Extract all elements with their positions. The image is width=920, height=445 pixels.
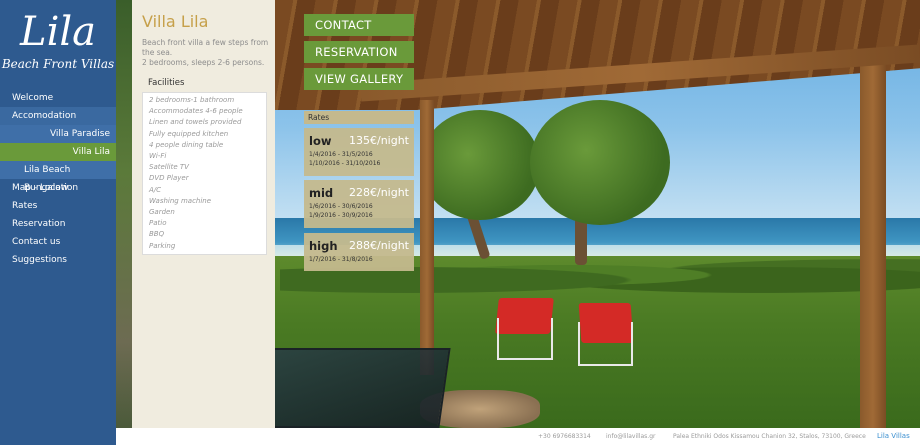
villa-desc-line: 2 bedrooms, sleeps 2-6 persons. [142, 58, 265, 67]
rate-date: 1/7/2016 - 31/8/2016 [309, 256, 373, 263]
facility-item: 4 people dining table [149, 140, 224, 149]
tree [530, 100, 670, 225]
footer-email[interactable]: info@lilavillas.gr [606, 428, 655, 445]
nav-contact-us[interactable]: Contact us [0, 233, 116, 251]
site-logo[interactable]: Lila Beach Front Villas [0, 10, 116, 72]
facility-item: BBQ [149, 230, 165, 239]
footer-phone[interactable]: +30 6976683314 [538, 428, 591, 445]
logo-title: Lila [20, 9, 96, 55]
logo-subtitle: Beach Front Villas [1, 57, 115, 71]
facility-item: Patio [149, 219, 167, 228]
nav-rates[interactable]: Rates [0, 197, 116, 215]
facility-item: DVD Player [149, 174, 189, 183]
rate-date: 1/10/2016 - 31/10/2016 [309, 159, 381, 167]
sunbed-frame [497, 318, 553, 360]
footer-address: Palea Ethniki Odos Kissamou Chanion 32, … [673, 433, 866, 440]
photo-strip [116, 0, 132, 428]
rate-card-mid: mid 228€/night 1/6/2016 - 30/6/2016 1/9/… [304, 180, 414, 228]
reservation-button[interactable]: RESERVATION [304, 41, 414, 63]
villa-description: Beach front villa a few steps from the s… [142, 38, 270, 68]
facility-item: Wi-Fi [149, 152, 167, 161]
view-gallery-button[interactable]: VIEW GALLERY [304, 68, 414, 90]
pergola-beam [860, 60, 886, 428]
rate-price: 228€/night [349, 186, 409, 199]
contact-button[interactable]: CONTACT [304, 14, 414, 36]
facility-item: Satellite TV [149, 163, 189, 172]
facilities-heading: Facilities [148, 78, 185, 88]
rate-price: 135€/night [349, 134, 409, 147]
facility-item: Washing machine [149, 196, 212, 205]
rate-card-high: high 288€/night 1/7/2016 - 31/8/2016 [304, 233, 414, 271]
nav-reservation[interactable]: Reservation [0, 215, 116, 233]
nav-map-location[interactable]: Map - Location [0, 179, 116, 197]
rate-date: 1/6/2016 - 30/6/2016 [309, 203, 373, 210]
rates-heading: Rates [304, 111, 414, 124]
facilities-section: Facilities 2 bedrooms-1 bathroom Accommo… [142, 76, 267, 255]
facilities-list: 2 bedrooms-1 bathroom Accommodates 4-6 p… [142, 92, 267, 255]
facility-item: Fully equipped kitchen [149, 129, 229, 138]
villa-desc-line: Beach front villa a few steps from the s… [142, 38, 269, 57]
main-nav: Welcome Accomodation Villa Paradise Vill… [0, 89, 116, 269]
villa-panel: Villa Lila Beach front villa a few steps… [132, 0, 275, 428]
rate-date: 1/4/2016 - 31/5/2016 [309, 151, 373, 158]
nav-welcome[interactable]: Welcome [0, 89, 116, 107]
footer: +30 6976683314 info@lilavillas.gr Palea … [116, 428, 920, 445]
tree [420, 110, 540, 220]
villa-title: Villa Lila [142, 12, 209, 31]
pergola-beam [420, 100, 434, 375]
nav-suggestions[interactable]: Suggestions [0, 251, 116, 269]
rate-date: 1/9/2016 - 30/9/2016 [309, 211, 373, 219]
sunbed-frame [578, 322, 633, 366]
footer-brand[interactable]: Lila Villas [877, 428, 910, 445]
sidebar: Lila Beach Front Villas Welcome Accomoda… [0, 0, 116, 445]
nav-accomodation[interactable]: Accomodation [0, 107, 116, 125]
facility-item: 2 bedrooms-1 bathroom [149, 96, 235, 104]
facility-item: Accommodates 4-6 people [149, 107, 243, 116]
facility-item: Parking [149, 241, 176, 250]
facility-item: A/C [149, 185, 162, 194]
rate-card-low: low 135€/night 1/4/2016 - 31/5/2016 1/10… [304, 128, 414, 176]
nav-villa-lila[interactable]: Villa Lila [0, 143, 116, 161]
nav-villa-paradise[interactable]: Villa Paradise [0, 125, 116, 143]
rate-price: 288€/night [349, 239, 409, 252]
nav-lila-beach-bungalow[interactable]: Lila Beach Bungalow [0, 161, 116, 193]
facility-item: Linen and towels provided [149, 118, 242, 127]
glass-table [254, 348, 451, 428]
facility-item: Garden [149, 208, 175, 217]
